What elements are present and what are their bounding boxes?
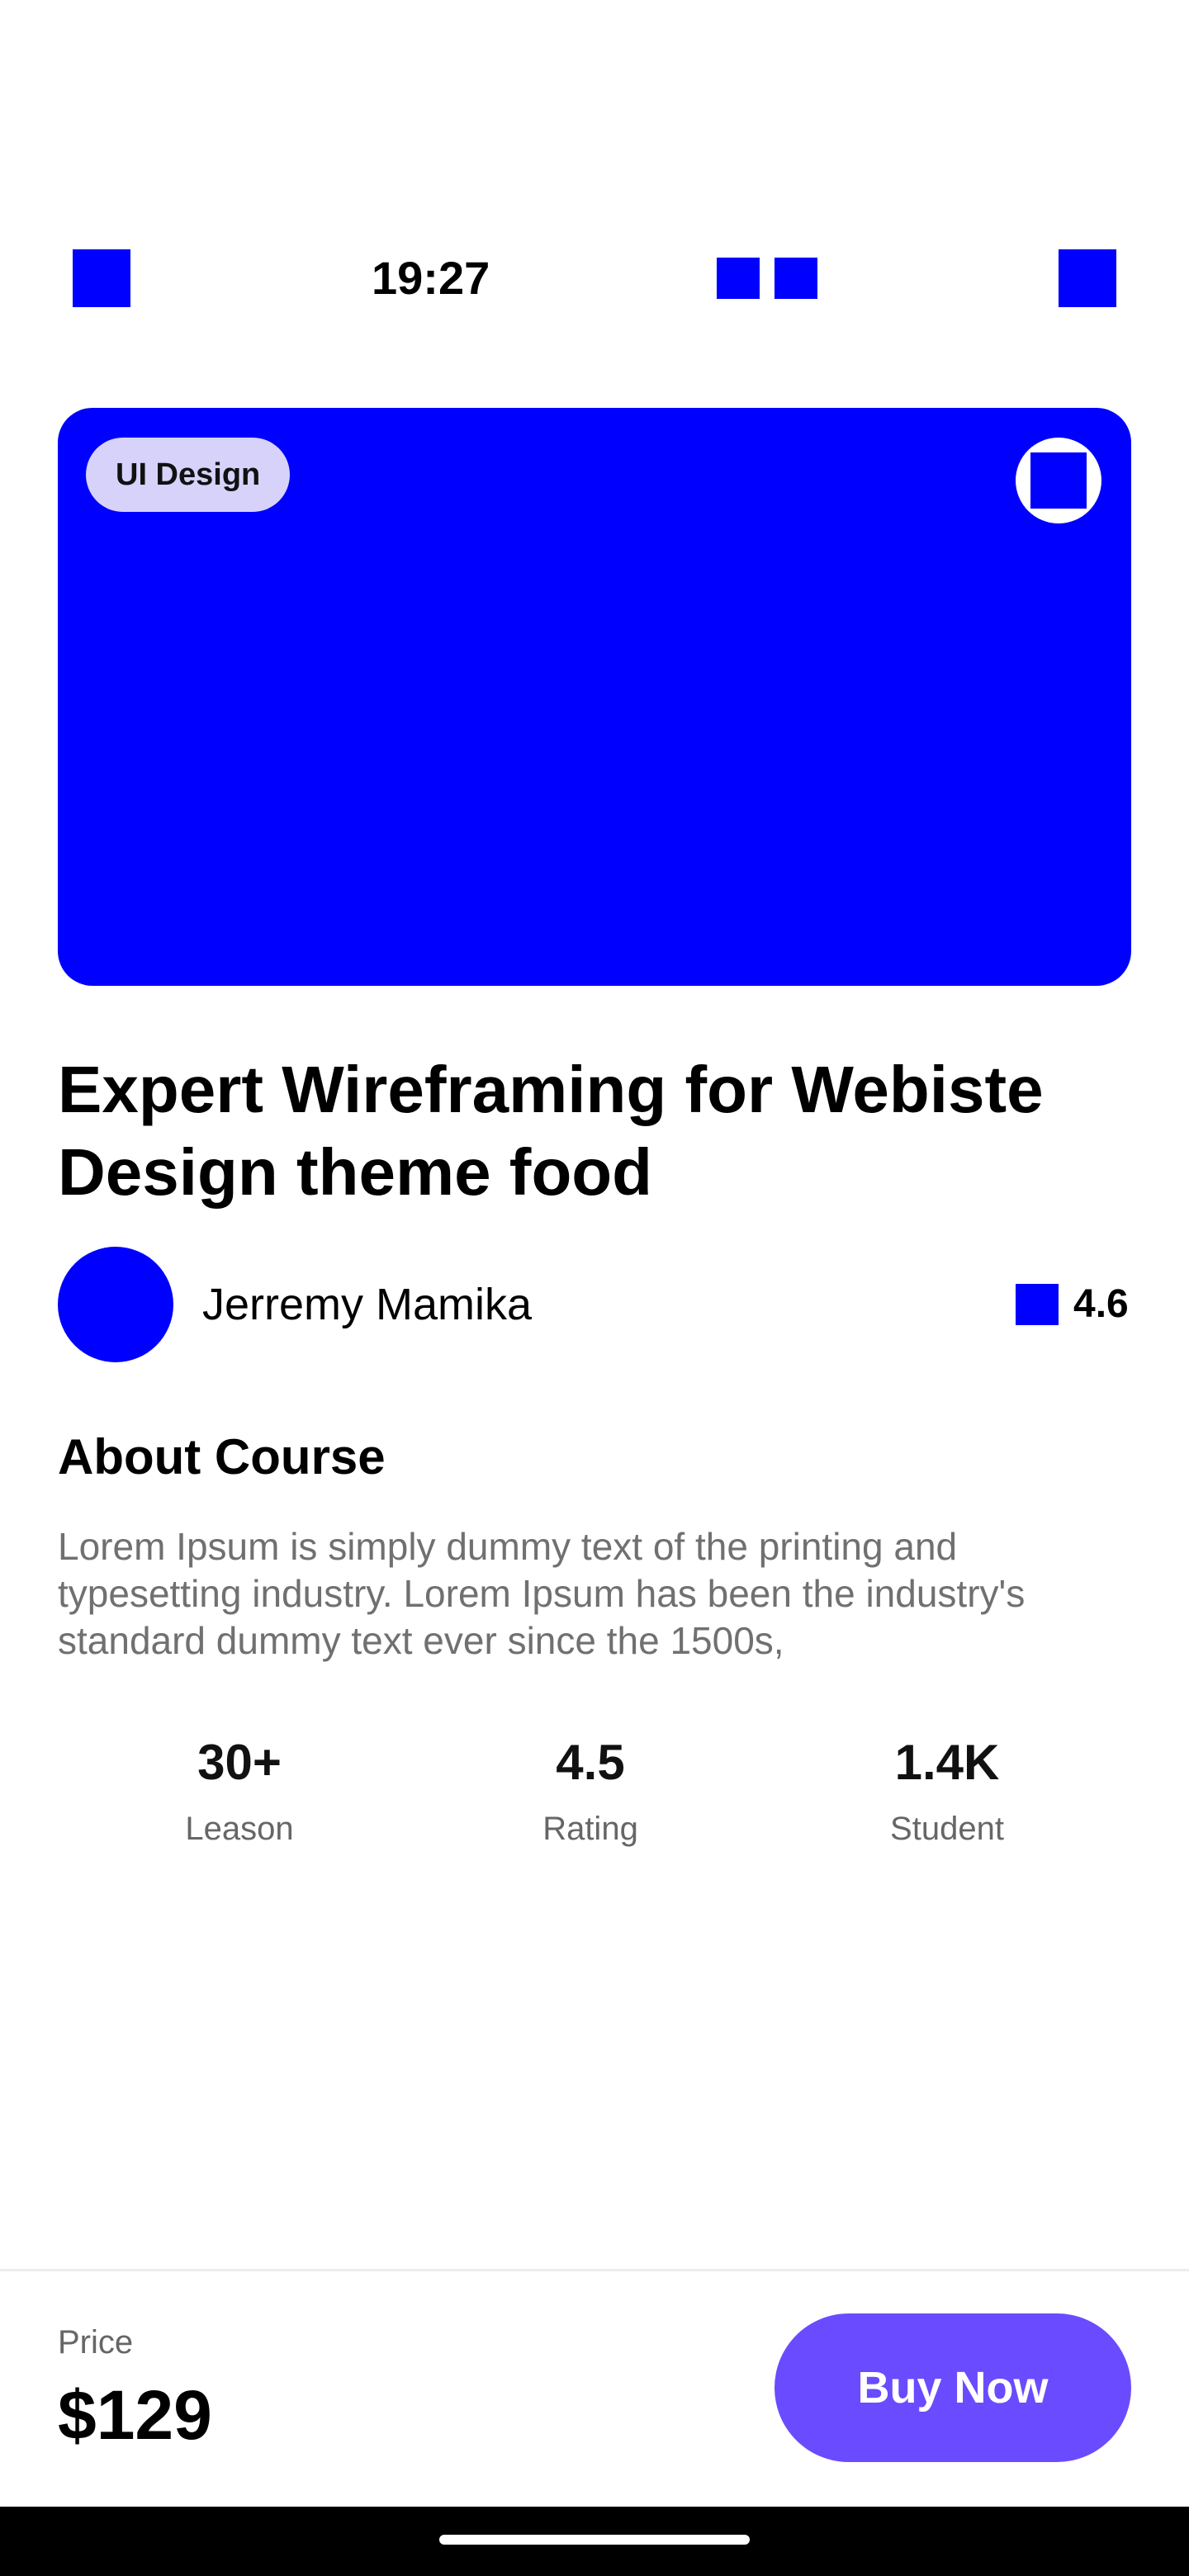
course-rating: 4.6 (1073, 1282, 1129, 1326)
stat-rating: 4.5 Rating (467, 1726, 714, 1858)
stat-label: Student (890, 1811, 1004, 1847)
stat-value: 1.4K (894, 1735, 1000, 1790)
price-label: Price (58, 2324, 134, 2361)
stat-value: 4.5 (556, 1735, 625, 1790)
stat-label: Leason (185, 1811, 294, 1847)
bookmark-icon (1030, 452, 1087, 509)
status-signal-icon (717, 258, 760, 299)
star-icon (1016, 1284, 1059, 1325)
course-title: Expert Wireframing for Webiste Design th… (58, 1053, 1044, 1209)
instructor-name[interactable]: Jerremy Mamika (202, 1271, 532, 1338)
status-time: 19:27 (372, 252, 490, 304)
stat-students: 1.4K Student (823, 1726, 1071, 1858)
about-heading: About Course (58, 1429, 386, 1485)
instructor-avatar[interactable] (58, 1247, 173, 1362)
status-battery-icon (1059, 249, 1116, 307)
bookmark-button[interactable] (1016, 438, 1101, 523)
stat-value: 30+ (197, 1735, 282, 1790)
category-tag[interactable]: UI Design (86, 438, 291, 512)
status-wifi-icon (775, 258, 817, 299)
about-description: Lorem Ipsum is simply dummy text of the … (58, 1525, 1026, 1662)
price-value: $129 (58, 2376, 212, 2454)
stat-label: Rating (542, 1811, 638, 1847)
status-left-icon (73, 249, 130, 307)
footer-divider (0, 2269, 1189, 2271)
home-indicator[interactable] (439, 2535, 750, 2545)
stat-lessons: 30+ Leason (116, 1726, 363, 1858)
buy-now-button[interactable]: Buy Now (775, 2313, 1131, 2462)
